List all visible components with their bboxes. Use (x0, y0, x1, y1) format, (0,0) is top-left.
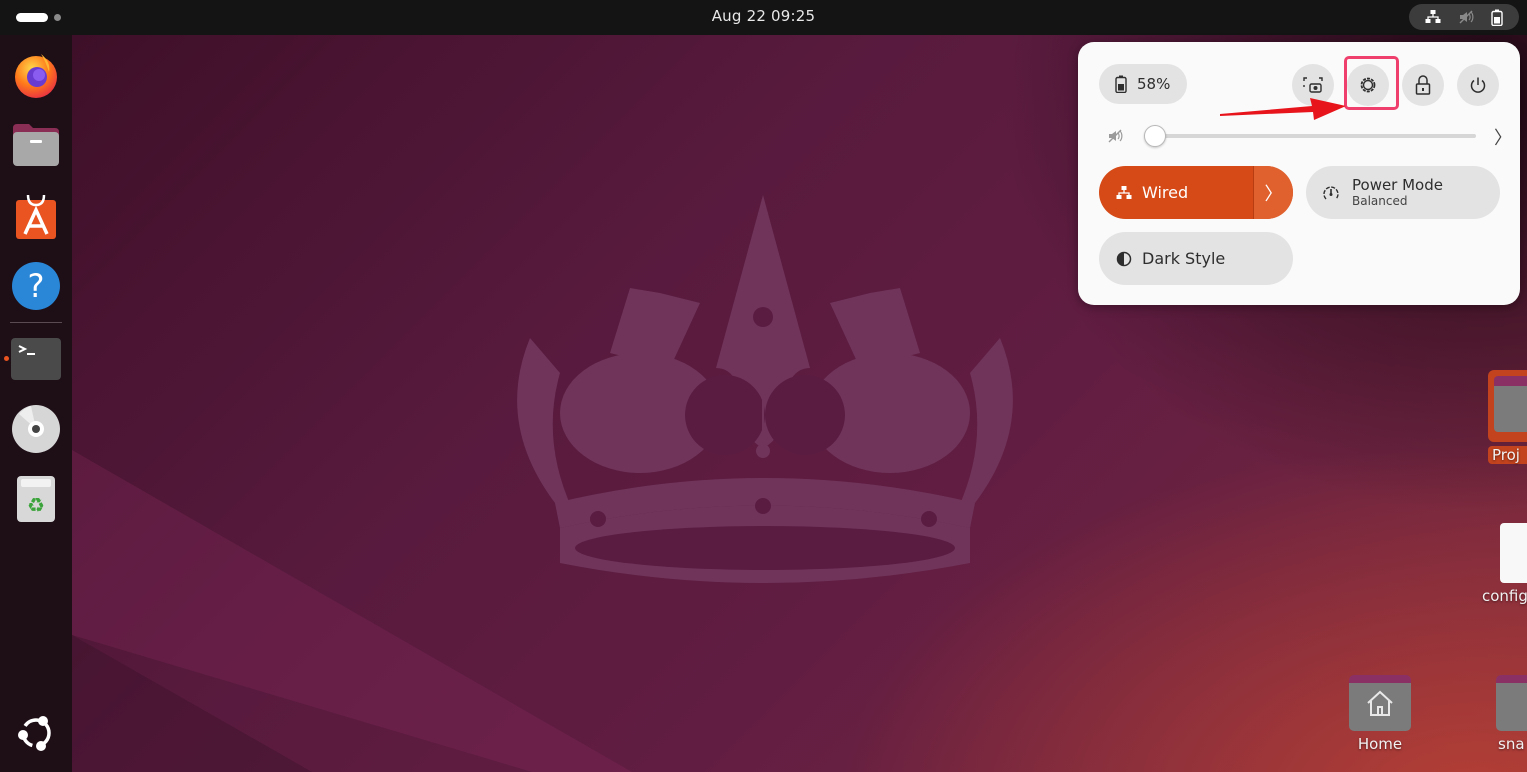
dark-style-label: Dark Style (1142, 249, 1226, 268)
power-mode-toggle[interactable]: Power Mode Balanced (1306, 166, 1500, 219)
help-icon: ? (12, 262, 60, 310)
network-wired-icon (1116, 185, 1132, 199)
dock-separator (10, 322, 62, 323)
files-icon (13, 124, 59, 166)
folder-icon (1488, 370, 1527, 442)
power-icon (1470, 77, 1486, 93)
screenshot-icon (1303, 77, 1323, 93)
terminal-icon (11, 338, 61, 380)
volume-slider-handle[interactable] (1144, 125, 1166, 147)
battery-percentage: 58% (1137, 75, 1171, 93)
lock-icon (1415, 75, 1431, 95)
dark-style-toggle[interactable]: Dark Style (1099, 232, 1293, 285)
running-indicator (4, 356, 9, 361)
desktop-icon-config[interactable]: config (1482, 523, 1527, 605)
dock-item-disc[interactable] (10, 403, 62, 455)
wired-toggle[interactable]: Wired 〉 (1099, 166, 1293, 219)
desktop-icon-snap[interactable]: sna (1492, 675, 1527, 753)
volume-slider[interactable] (1154, 134, 1476, 138)
settings-button[interactable] (1347, 64, 1389, 106)
volume-muted-icon[interactable] (1106, 128, 1124, 144)
battery-button[interactable]: 58% (1099, 64, 1187, 104)
dock-item-files[interactable] (10, 119, 62, 171)
volume-muted-icon (1458, 9, 1474, 25)
clock[interactable]: Aug 22 09:25 (0, 7, 1527, 25)
desktop-icon-label: Proj (1488, 446, 1527, 464)
show-apps-button[interactable] (10, 707, 62, 759)
app-center-icon (16, 194, 56, 239)
screenshot-button[interactable] (1292, 64, 1334, 106)
desktop-icon-projects[interactable]: Proj (1488, 370, 1527, 464)
network-wired-icon (1425, 9, 1441, 25)
dock: ? ♻ (0, 35, 72, 772)
svg-text:♻: ♻ (27, 493, 45, 517)
battery-icon (1115, 75, 1127, 93)
volume-expand-chevron-icon[interactable]: 〉 (1494, 124, 1512, 150)
svg-text:?: ? (28, 267, 45, 305)
dock-item-trash[interactable]: ♻ (10, 473, 62, 525)
wired-toggle-main[interactable]: Wired (1099, 166, 1253, 219)
battery-icon (1490, 9, 1503, 26)
top-bar: Aug 22 09:25 (0, 0, 1527, 35)
power-mode-gauge-icon (1323, 185, 1339, 199)
dock-item-app-center[interactable] (10, 190, 62, 242)
optical-disc-icon (12, 405, 60, 453)
volume-control: 〉 (1102, 122, 1512, 150)
quick-settings-panel: 58% 〉 Wired 〉 Power Mode Balanced Dark S… (1078, 42, 1520, 305)
power-mode-title: Power Mode (1352, 176, 1443, 194)
trash-icon: ♻ (17, 476, 55, 522)
wallpaper-crown-logo (517, 195, 1013, 583)
desktop-icon-label: Home (1357, 735, 1403, 753)
dock-item-firefox[interactable] (10, 49, 62, 101)
text-file-icon (1500, 523, 1527, 583)
power-mode-subtitle: Balanced (1352, 194, 1408, 208)
folder-icon (1496, 675, 1527, 731)
system-status-menu[interactable] (1409, 4, 1519, 30)
lock-button[interactable] (1402, 64, 1444, 106)
desktop-icon-home[interactable]: Home (1340, 675, 1420, 753)
gear-icon (1360, 77, 1376, 93)
dock-item-terminal[interactable] (10, 333, 62, 385)
dark-style-icon (1116, 251, 1132, 266)
power-button[interactable] (1457, 64, 1499, 106)
ubuntu-logo-icon (18, 716, 51, 751)
wired-label: Wired (1142, 183, 1189, 202)
desktop-icon-label: config (1482, 587, 1527, 605)
wired-expand-chevron-icon[interactable]: 〉 (1253, 166, 1293, 219)
desktop-icon-label: sna (1498, 735, 1525, 753)
firefox-icon (15, 54, 57, 98)
home-folder-icon (1349, 675, 1411, 731)
dock-item-help[interactable]: ? (10, 260, 62, 312)
